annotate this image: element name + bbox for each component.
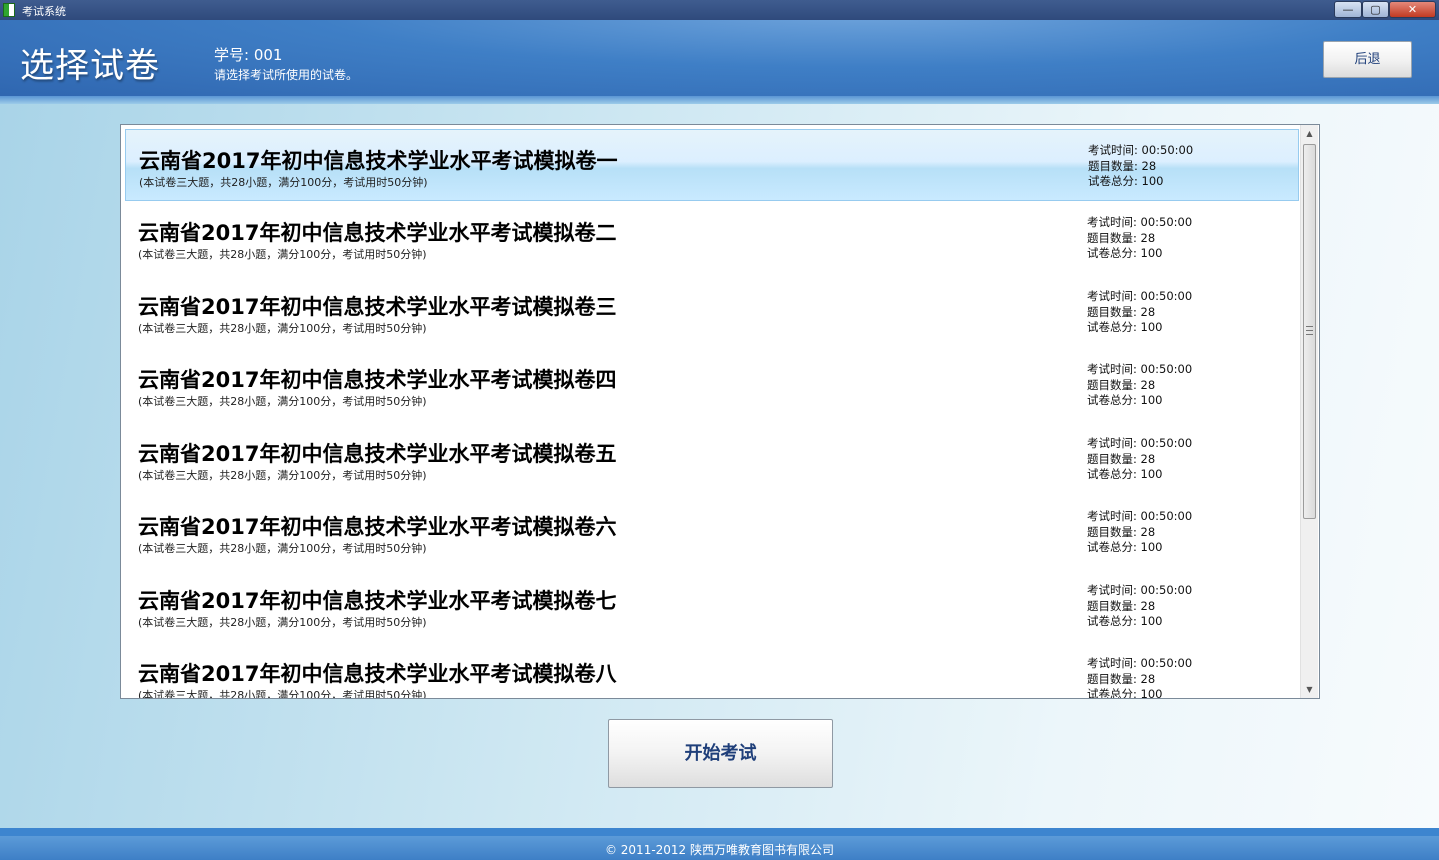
exam-question-count: 题目数量: 28	[1087, 377, 1156, 392]
exam-list-item[interactable]: 云南省2017年初中信息技术学业水平考试模拟卷七 (本试卷三大题，共28小题，满…	[125, 570, 1299, 642]
footer-divider	[0, 828, 1439, 836]
exam-total-score: 试卷总分: 100	[1087, 320, 1163, 335]
list-scrollbar[interactable]: ▲ ▼	[1300, 125, 1318, 698]
copyright-text: © 2011-2012 陕西万唯教育图书有限公司	[604, 843, 835, 857]
exam-list-item[interactable]: 云南省2017年初中信息技术学业水平考试模拟卷六 (本试卷三大题，共28小题，满…	[125, 496, 1299, 568]
exam-question-count: 题目数量: 28	[1087, 304, 1156, 319]
exam-total-score: 试卷总分: 100	[1087, 687, 1163, 699]
maximize-button[interactable]: ▢	[1362, 1, 1389, 18]
exam-question-count: 题目数量: 28	[1088, 158, 1157, 173]
exam-description: (本试卷三大题，共28小题，满分100分，考试用时50分钟)	[138, 616, 427, 629]
window-title: 考试系统	[22, 5, 66, 18]
exam-question-count: 题目数量: 28	[1087, 524, 1156, 539]
back-button[interactable]: 后退	[1323, 41, 1412, 78]
exam-meta: 考试时间: 00:50:00 题目数量: 28 试卷总分: 100	[1087, 215, 1192, 262]
footer: © 2011-2012 陕西万唯教育图书有限公司	[0, 836, 1439, 860]
exam-time: 考试时间: 00:50:00	[1088, 143, 1194, 157]
exam-meta: 考试时间: 00:50:00 题目数量: 28 试卷总分: 100	[1088, 143, 1193, 190]
exam-description: (本试卷三大题，共28小题，满分100分，考试用时50分钟)	[138, 542, 427, 555]
start-exam-button[interactable]: 开始考试	[608, 719, 833, 788]
close-button[interactable]: ✕	[1389, 1, 1436, 18]
exam-total-score: 试卷总分: 100	[1088, 174, 1164, 189]
exam-list-item[interactable]: 云南省2017年初中信息技术学业水平考试模拟卷五 (本试卷三大题，共28小题，满…	[125, 423, 1299, 495]
exam-list-item[interactable]: 云南省2017年初中信息技术学业水平考试模拟卷八 (本试卷三大题，共28小题，满…	[125, 643, 1299, 699]
exam-meta: 考试时间: 00:50:00 题目数量: 28 试卷总分: 100	[1087, 509, 1192, 556]
scroll-down-arrow-icon[interactable]: ▼	[1301, 681, 1318, 698]
exam-question-count: 题目数量: 28	[1087, 598, 1156, 613]
exam-list-item[interactable]: 云南省2017年初中信息技术学业水平考试模拟卷二 (本试卷三大题，共28小题，满…	[125, 202, 1299, 274]
exam-list-item[interactable]: 云南省2017年初中信息技术学业水平考试模拟卷一 (本试卷三大题，共28小题，满…	[125, 129, 1299, 201]
exam-time: 考试时间: 00:50:00	[1087, 583, 1193, 597]
page-title: 选择试卷	[20, 46, 160, 86]
exam-time: 考试时间: 00:50:00	[1087, 436, 1193, 450]
scroll-thumb[interactable]	[1303, 144, 1316, 519]
exam-list[interactable]: 云南省2017年初中信息技术学业水平考试模拟卷一 (本试卷三大题，共28小题，满…	[120, 124, 1320, 699]
title-bar: 考试系统 — ▢ ✕	[0, 0, 1439, 20]
exam-time: 考试时间: 00:50:00	[1087, 656, 1193, 670]
exam-title: 云南省2017年初中信息技术学业水平考试模拟卷八	[138, 662, 617, 686]
exam-description: (本试卷三大题，共28小题，满分100分，考试用时50分钟)	[138, 395, 427, 408]
exam-title: 云南省2017年初中信息技术学业水平考试模拟卷七	[138, 589, 617, 613]
exam-meta: 考试时间: 00:50:00 题目数量: 28 试卷总分: 100	[1087, 436, 1192, 483]
exam-time: 考试时间: 00:50:00	[1087, 362, 1193, 376]
exam-list-item[interactable]: 云南省2017年初中信息技术学业水平考试模拟卷三 (本试卷三大题，共28小题，满…	[125, 276, 1299, 348]
exam-total-score: 试卷总分: 100	[1087, 246, 1163, 261]
exam-title: 云南省2017年初中信息技术学业水平考试模拟卷五	[138, 442, 617, 466]
exam-description: (本试卷三大题，共28小题，满分100分，考试用时50分钟)	[138, 689, 427, 699]
exam-question-count: 题目数量: 28	[1087, 671, 1156, 686]
exam-title: 云南省2017年初中信息技术学业水平考试模拟卷一	[139, 149, 618, 173]
exam-meta: 考试时间: 00:50:00 题目数量: 28 试卷总分: 100	[1087, 583, 1192, 630]
exam-description: (本试卷三大题，共28小题，满分100分，考试用时50分钟)	[139, 176, 428, 189]
exam-question-count: 题目数量: 28	[1087, 451, 1156, 466]
exam-title: 云南省2017年初中信息技术学业水平考试模拟卷三	[138, 295, 617, 319]
exam-description: (本试卷三大题，共28小题，满分100分，考试用时50分钟)	[138, 322, 427, 335]
instruction-text: 请选择考试所使用的试卷。	[214, 68, 359, 82]
exam-title: 云南省2017年初中信息技术学业水平考试模拟卷四	[138, 368, 617, 392]
exam-total-score: 试卷总分: 100	[1087, 393, 1163, 408]
exam-question-count: 题目数量: 28	[1087, 230, 1156, 245]
exam-description: (本试卷三大题，共28小题，满分100分，考试用时50分钟)	[138, 469, 427, 482]
exam-list-item[interactable]: 云南省2017年初中信息技术学业水平考试模拟卷四 (本试卷三大题，共28小题，满…	[125, 349, 1299, 421]
exam-time: 考试时间: 00:50:00	[1087, 289, 1193, 303]
exam-total-score: 试卷总分: 100	[1087, 614, 1163, 629]
exam-meta: 考试时间: 00:50:00 题目数量: 28 试卷总分: 100	[1087, 362, 1192, 409]
exam-meta: 考试时间: 00:50:00 题目数量: 28 试卷总分: 100	[1087, 289, 1192, 336]
grip-icon	[1306, 326, 1313, 335]
header-divider	[0, 96, 1439, 104]
exam-total-score: 试卷总分: 100	[1087, 540, 1163, 555]
exam-time: 考试时间: 00:50:00	[1087, 509, 1193, 523]
minimize-button[interactable]: —	[1334, 1, 1362, 18]
scroll-up-arrow-icon[interactable]: ▲	[1301, 125, 1318, 142]
exam-description: (本试卷三大题，共28小题，满分100分，考试用时50分钟)	[138, 248, 427, 261]
exam-total-score: 试卷总分: 100	[1087, 467, 1163, 482]
exam-meta: 考试时间: 00:50:00 题目数量: 28 试卷总分: 100	[1087, 656, 1193, 699]
student-id: 学号: 001	[214, 46, 283, 64]
exam-time: 考试时间: 00:50:00	[1087, 215, 1193, 229]
exam-title: 云南省2017年初中信息技术学业水平考试模拟卷二	[138, 221, 617, 245]
exam-title: 云南省2017年初中信息技术学业水平考试模拟卷六	[138, 515, 617, 539]
app-icon	[3, 3, 15, 17]
